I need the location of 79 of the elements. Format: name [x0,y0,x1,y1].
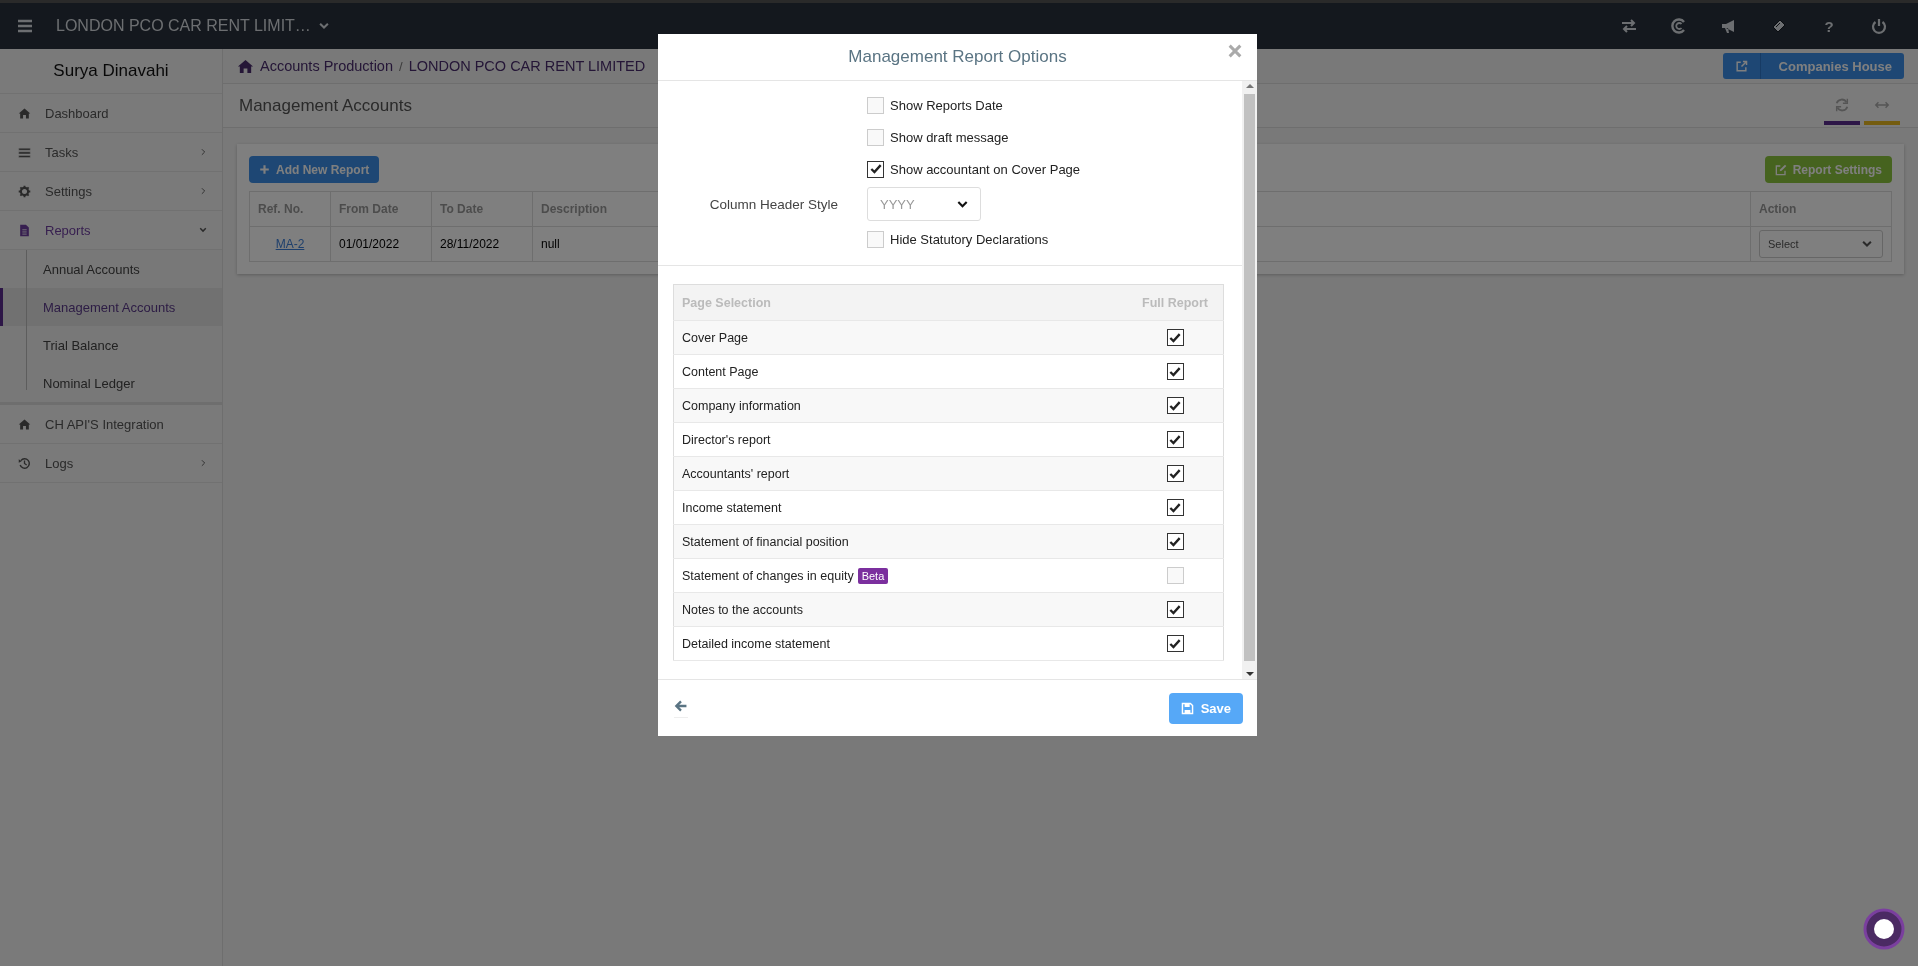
chat-widget-icon[interactable] [1863,908,1905,950]
list-icon [18,145,31,159]
column-header: Page Selection [673,284,1127,321]
checkbox[interactable] [1166,601,1184,618]
home-icon [18,417,31,431]
checkbox[interactable] [1166,533,1184,550]
add-report-button[interactable]: Add New Report [249,156,380,183]
column-header: Full Report [1127,284,1224,321]
action-select[interactable]: Select [1759,230,1883,258]
scrollbar[interactable] [1242,81,1257,679]
checkbox[interactable] [1166,465,1184,482]
external-link-icon [1734,59,1748,73]
menu-icon [16,17,34,35]
checkmark-icon [868,162,883,176]
checkbox[interactable] [1166,329,1184,346]
sidebar-item[interactable]: Tasks [0,133,222,172]
document-icon [18,223,31,237]
checkbox[interactable] [1166,635,1184,652]
page-name: Statement of changes in equity [682,568,854,583]
breadcrumb-separator: / [399,58,403,74]
menu-button[interactable] [16,17,34,35]
page-name: Income statement [682,500,782,515]
report-settings-button[interactable]: Report Settings [1764,156,1892,183]
submenu-item[interactable]: Annual Accounts [0,250,222,288]
checkbox[interactable] [1166,431,1184,448]
page-name: Director's report [682,432,771,447]
tag-icon [1770,17,1788,35]
close-icon [1227,43,1243,59]
checkbox[interactable] [867,160,884,178]
chevron-down-icon [198,225,208,235]
refresh-icon [1834,96,1850,113]
settings-icon [18,184,31,198]
submenu-item[interactable]: Management Accounts [0,288,222,326]
page-name: Detailed income statement [682,636,830,651]
submenu-item[interactable]: Nominal Ledger [0,364,222,402]
submenu-item[interactable]: Trial Balance [0,326,222,364]
save-button[interactable]: Save [1168,692,1243,724]
page-title: Management Accounts [239,95,412,116]
home-icon [18,106,31,120]
sidebar-item[interactable]: Settings [0,172,222,211]
coin-icon [1670,17,1688,35]
page-name: Content Page [682,364,759,379]
checkbox[interactable] [1166,363,1184,380]
beta-badge: Beta [857,567,889,584]
home-icon [237,57,254,75]
company-dropdown[interactable]: LONDON PCO CAR RENT LIMIT… [56,17,331,35]
page-name: Notes to the accounts [682,602,803,617]
table-cell: 28/11/2022 [431,226,533,262]
user-name: Surya Dinavahi [0,49,222,94]
breadcrumb-link[interactable]: Accounts Production [260,58,393,74]
modal-title: Management Report Options [848,47,1067,67]
back-arrow-icon [674,698,688,713]
sidebar-item[interactable]: Logs [0,444,222,483]
checkbox[interactable] [1166,397,1184,414]
edit-icon [1774,163,1787,176]
option-label: Show Reports Date [890,97,1003,113]
page-name: Statement of financial position [682,534,849,549]
sidebar-item[interactable]: Dashboard [0,94,222,133]
companies-house-button[interactable]: Companies House [1722,53,1904,79]
power-icon [1870,17,1888,35]
table-cell: 01/01/2022 [330,226,432,262]
page-name: Company information [682,398,801,413]
back-button[interactable] [674,698,688,718]
page-name: Cover Page [682,330,748,345]
page-name: Accountants' report [682,466,790,481]
option-label: Show draft message [890,129,1009,145]
history-icon [18,456,31,470]
option-label: Hide Statutory Declarations [890,231,1049,247]
sidebar-item[interactable]: CH API'S Integration [0,405,222,444]
header-style-select[interactable]: YYYY [867,187,981,221]
swap-arrows-icon [1620,17,1638,35]
save-icon [1180,701,1194,715]
report-link[interactable]: MA-2 [275,237,305,251]
checkbox[interactable] [1166,499,1184,516]
field-label: Column Header Style [708,196,838,212]
breadcrumb-link[interactable]: LONDON PCO CAR RENT LIMITED [408,58,646,74]
plus-icon [259,164,270,175]
option-label: Show accountant on Cover Page [890,161,1081,177]
help-button[interactable]: ? [1804,17,1854,35]
